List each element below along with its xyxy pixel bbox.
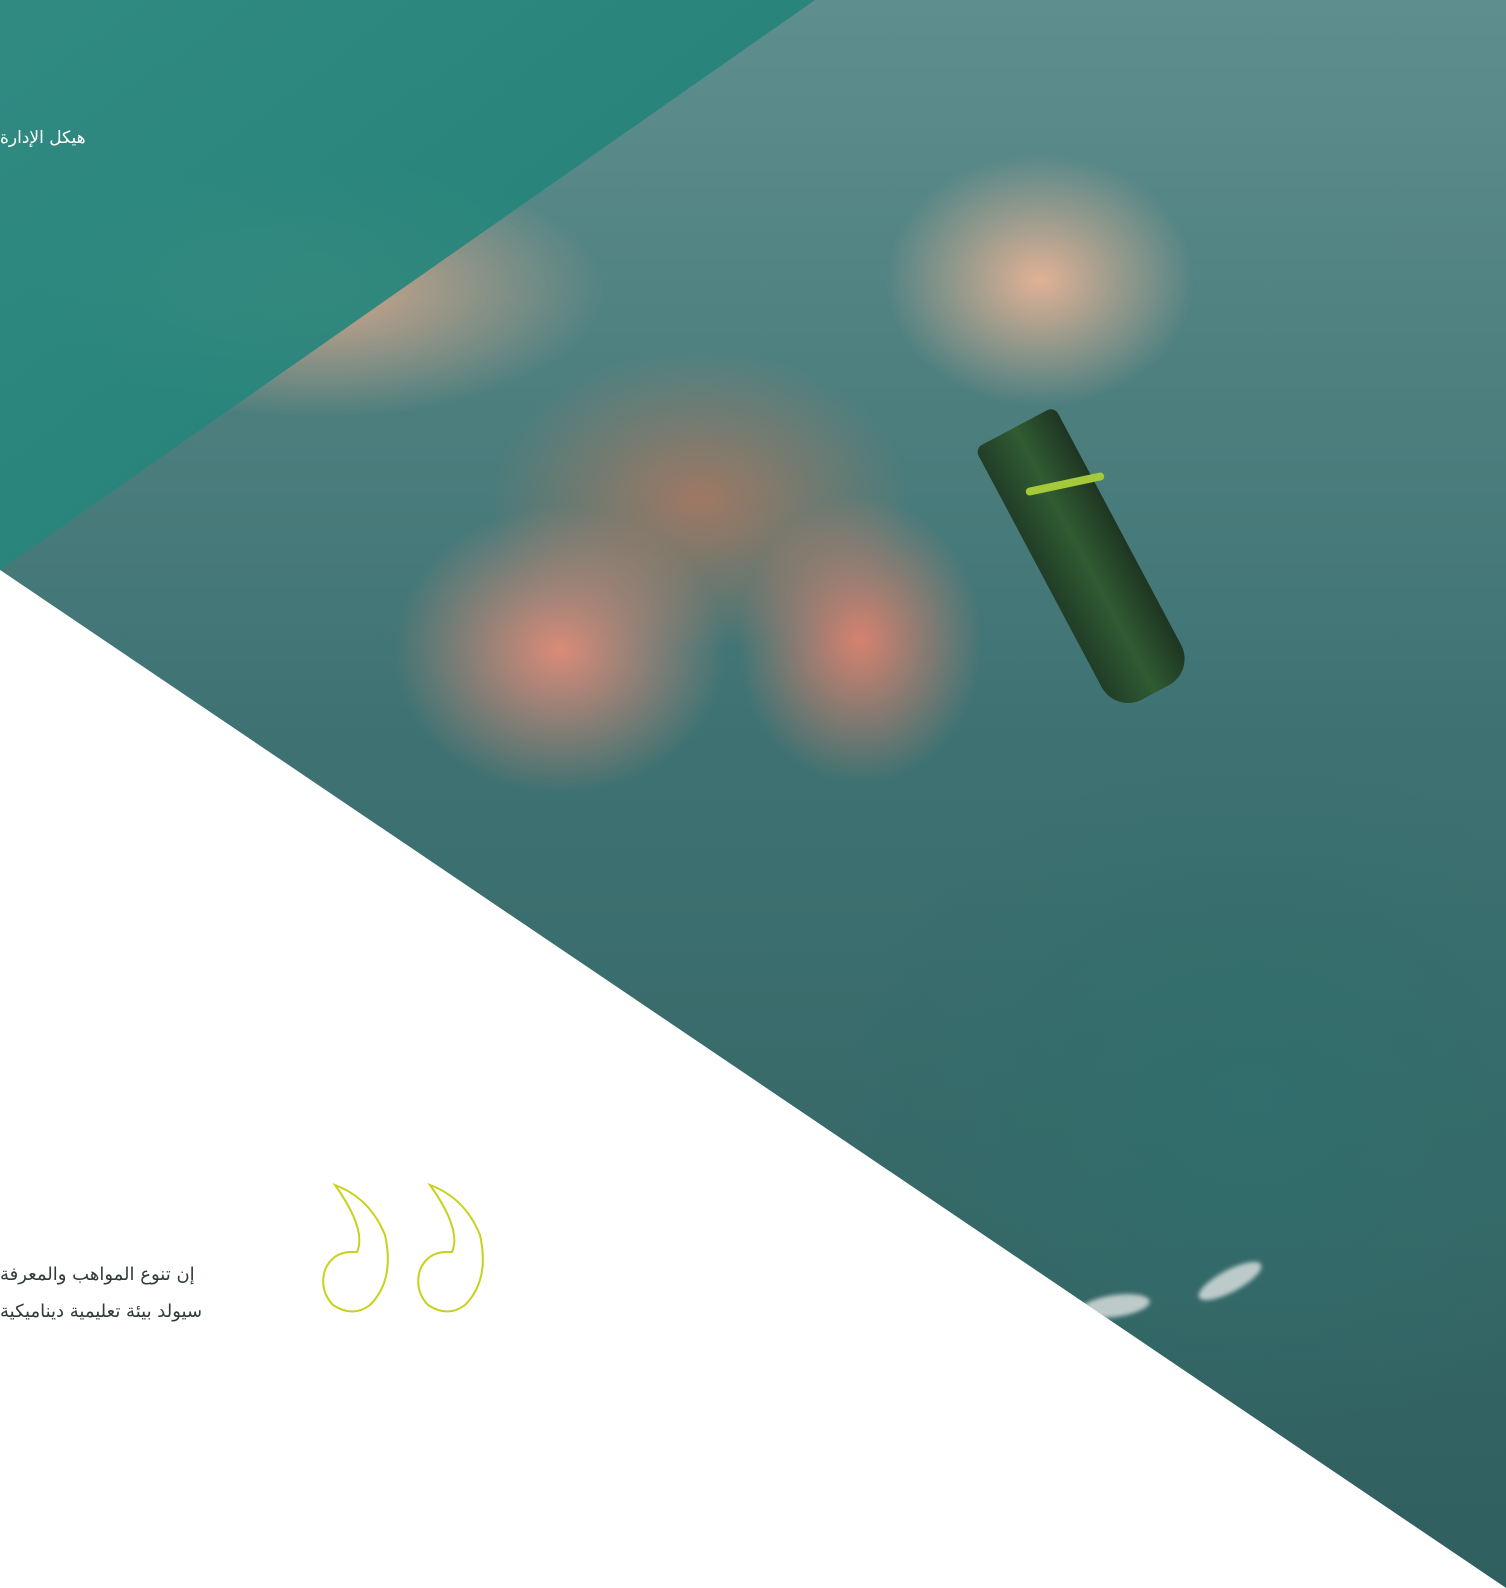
quote-text: إن تنوع المواهب والمعرفة سيولد بيئة تعلي…	[0, 1256, 312, 1330]
light-reflection	[1193, 1254, 1267, 1308]
page: هيكل الإدارة إن تنوع المواهب والمعرفة سي…	[0, 0, 1506, 1588]
quote-line-1: إن تنوع المواهب والمعرفة	[0, 1264, 195, 1285]
breadcrumb[interactable]: هيكل الإدارة	[0, 126, 130, 150]
pen-illustration	[974, 406, 1196, 714]
quote-mark-icon	[322, 1182, 484, 1313]
quote-line-2: سيولد بيئة تعليمية ديناميكية	[0, 1301, 203, 1322]
